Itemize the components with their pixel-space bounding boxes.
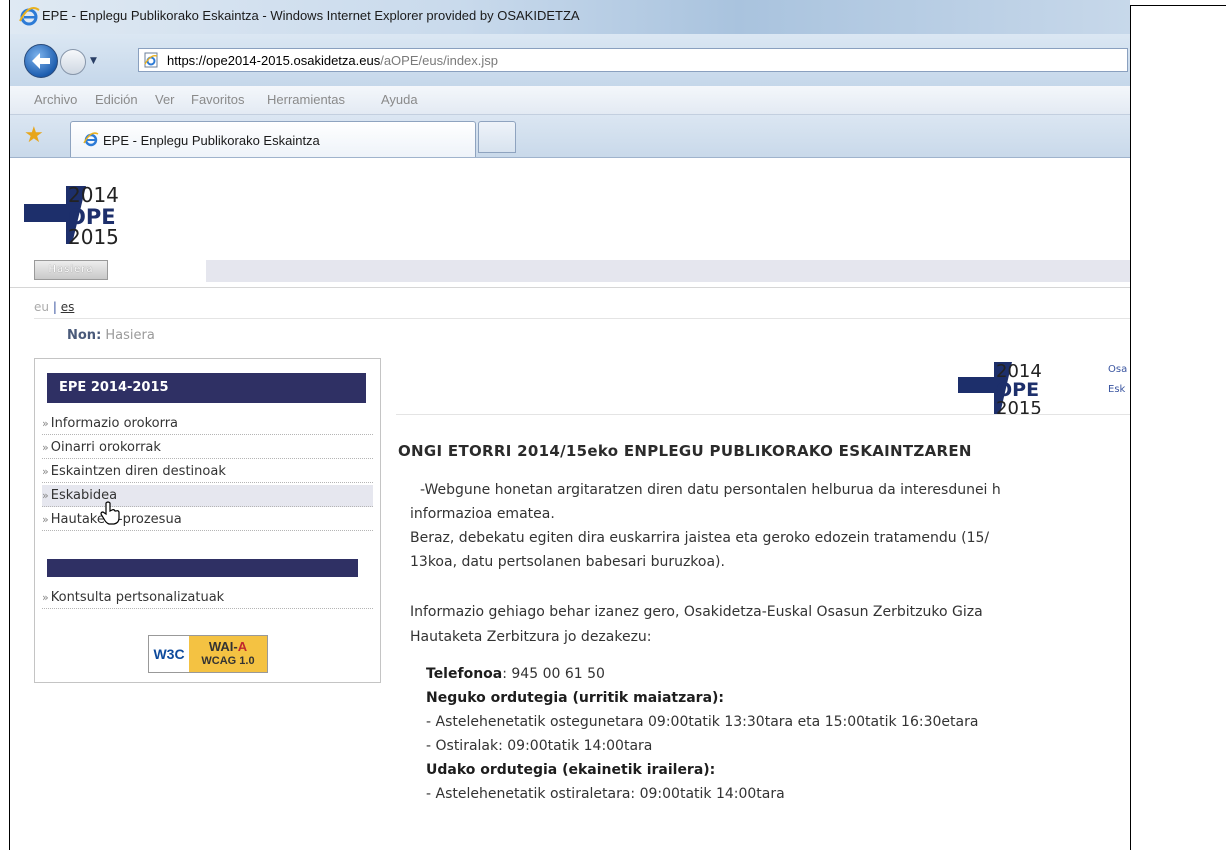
breadcrumb-current: Hasiera <box>105 328 155 343</box>
chevron-right-icon: » <box>42 417 49 430</box>
back-button[interactable] <box>24 44 58 78</box>
sidebar-header: EPE 2014-2015 <box>47 373 366 403</box>
wai-a: A <box>237 639 248 654</box>
wai-level: WAI-A <box>189 639 267 654</box>
page-title: ONGI ETORRI 2014/15eko ENPLEGU PUBLIKORA… <box>398 442 972 460</box>
phone-line: Telefonoa: 945 00 61 50 <box>426 666 605 682</box>
lang-divider <box>34 318 1130 319</box>
web-page: 2014 OPE 2015 Hasiera eu | es Non: Hasie… <box>10 158 1130 850</box>
logo-small-year-bottom: 2015 <box>996 398 1042 418</box>
info-line-1: Informazio gehiago behar izanez gero, Os… <box>410 604 983 620</box>
home-button[interactable]: Hasiera <box>34 260 108 280</box>
menu-ver[interactable]: Ver <box>155 92 175 107</box>
menu-bar: Archivo Edición Ver Favoritos Herramient… <box>10 86 1130 115</box>
sidebar-item-label: Informazio orokorra <box>50 416 179 431</box>
url-path: /aOPE/eus/index.jsp <box>380 53 499 68</box>
sidebar-item-kontsulta[interactable]: » Kontsulta pertsonalizatuak <box>42 587 373 609</box>
sidebar-item-label: Oinarri orokorrak <box>50 440 161 455</box>
intro-line-1: -Webgune honetan argitaratzen diren datu… <box>420 482 1001 498</box>
sidebar-item-label: Kontsulta pertsonalizatuak <box>50 590 225 605</box>
intro-line-2: informazioa ematea. <box>410 506 555 522</box>
logo-side-text-1: Osa <box>1108 364 1128 375</box>
menu-archivo[interactable]: Archivo <box>34 92 77 107</box>
address-field[interactable]: https://ope2014-2015.osakidetza.eus/aOPE… <box>138 48 1128 72</box>
title-bar[interactable]: EPE - Enplegu Publikorako Eskaintza - Wi… <box>10 0 1130 34</box>
nav-bar-fill <box>206 260 1130 282</box>
summer-title: Udako ordutegia (ekainetik irailera): <box>426 762 715 778</box>
screenshot-border-top <box>1130 5 1226 6</box>
sidebar-item-oinarri-orokorrak[interactable]: » Oinarri orokorrak <box>42 437 373 459</box>
sidebar-item-destinoak[interactable]: » Eskaintzen diren destinoak <box>42 461 373 483</box>
address-row: ▼ https://ope2014-2015.osakidetza.eus/aO… <box>10 34 1130 86</box>
internet-explorer-icon <box>19 7 40 26</box>
nav-divider <box>10 287 1130 288</box>
logo-side-text-2: Esk <box>1108 384 1126 395</box>
menu-favoritos[interactable]: Favoritos <box>191 92 244 107</box>
chevron-right-icon: » <box>42 441 49 454</box>
url-text: https://ope2014-2015.osakidetza.eus/aOPE… <box>167 53 498 68</box>
top-nav: Hasiera <box>34 260 1130 282</box>
sidebar-item-informazio-orokorra[interactable]: » Informazio orokorra <box>42 413 373 435</box>
summer-title-text: Udako ordutegia (ekainetik irailera): <box>426 762 716 778</box>
menu-ayuda[interactable]: Ayuda <box>381 92 418 107</box>
sidebar-item-label: Eskaintzen diren destinoak <box>50 464 226 479</box>
screenshot-border-right <box>1130 5 1131 850</box>
intro-line-3: Beraz, debekatu egiten dira euskarrira j… <box>410 530 990 546</box>
phone-value: : 945 00 61 50 <box>502 666 605 682</box>
hand-cursor-icon <box>100 501 120 525</box>
sidebar-section-bar <box>47 559 358 577</box>
winter-line-2: - Ostiralak: 09:00tatik 14:00tara <box>426 738 653 754</box>
winter-title: Neguko ordutegia (urritik maiatzara): <box>426 690 724 706</box>
lang-eu[interactable]: eu <box>34 300 49 314</box>
url-host: https://ope2014-2015.osakidetza.eus <box>167 53 381 68</box>
menu-herramientas[interactable]: Herramientas <box>267 92 345 107</box>
breadcrumb: Non: Hasiera <box>67 328 155 343</box>
tab-epe[interactable]: EPE - Enplegu Publikorako Eskaintza <box>70 121 476 157</box>
winter-title-text: Neguko ordutegia (urritik maiatzara): <box>426 690 725 706</box>
info-line-2: Hautaketa Zerbitzura jo dezakezu: <box>410 629 652 645</box>
summer-line-1: - Astelehenetatik ostiraletara: 09:00tat… <box>426 786 785 802</box>
sidebar-item-eskabidea[interactable]: » Eskabidea <box>42 485 373 507</box>
recent-pages-dropdown-icon[interactable]: ▼ <box>90 56 97 66</box>
content-divider <box>396 414 1130 415</box>
chevron-right-icon: » <box>42 591 49 604</box>
intro-line-4: 13koa, datu pertsolanen babesari buruzko… <box>410 554 725 570</box>
tab-bar: ★ EPE - Enplegu Publikorako Eskaintza <box>10 115 1130 158</box>
wai-text: WAI- <box>208 639 238 654</box>
back-arrow-icon <box>32 53 50 69</box>
window-title: EPE - Enplegu Publikorako Eskaintza - Wi… <box>42 8 580 23</box>
new-tab-button[interactable] <box>478 121 516 153</box>
wcag-version: WCAG 1.0 <box>201 655 255 667</box>
winter-line-1: - Astelehenetatik ostegunetara 09:00tati… <box>426 714 979 730</box>
lang-es[interactable]: es <box>61 300 75 314</box>
logo-year-bottom: 2015 <box>68 225 119 249</box>
wcag-badge[interactable]: W3C WAI-A WCAG 1.0 <box>148 635 268 673</box>
logo-year-top: 2014 <box>68 183 119 207</box>
forward-button[interactable] <box>60 49 86 75</box>
language-switch: eu | es <box>34 300 74 314</box>
breadcrumb-label: Non: <box>67 328 102 343</box>
phone-label: Telefonoa <box>426 666 503 682</box>
menu-edicion[interactable]: Edición <box>95 92 138 107</box>
chevron-right-icon: » <box>42 489 49 502</box>
chevron-right-icon: » <box>42 513 49 526</box>
lang-separator: | <box>52 300 57 314</box>
favorites-star-icon[interactable]: ★ <box>24 123 44 148</box>
ope-logo-small: 2014 OPE 2015 <box>958 361 1042 418</box>
tab-label: EPE - Enplegu Publikorako Eskaintza <box>103 133 320 148</box>
ope-logo: 2014 OPE 2015 <box>24 183 119 249</box>
page-icon <box>144 52 158 68</box>
wai-label: WAI-A WCAG 1.0 <box>189 636 267 672</box>
sidebar-panel: EPE 2014-2015 » Informazio orokorra » Oina… <box>34 358 381 683</box>
sidebar-item-hautaketa-prozesua[interactable]: »Hautaketa-prozesua <box>42 509 373 531</box>
w3c-logo: W3C <box>153 646 185 662</box>
browser-window: EPE - Enplegu Publikorako Eskaintza - Wi… <box>10 0 1130 850</box>
chevron-right-icon: » <box>42 465 49 478</box>
internet-explorer-icon <box>83 132 99 147</box>
